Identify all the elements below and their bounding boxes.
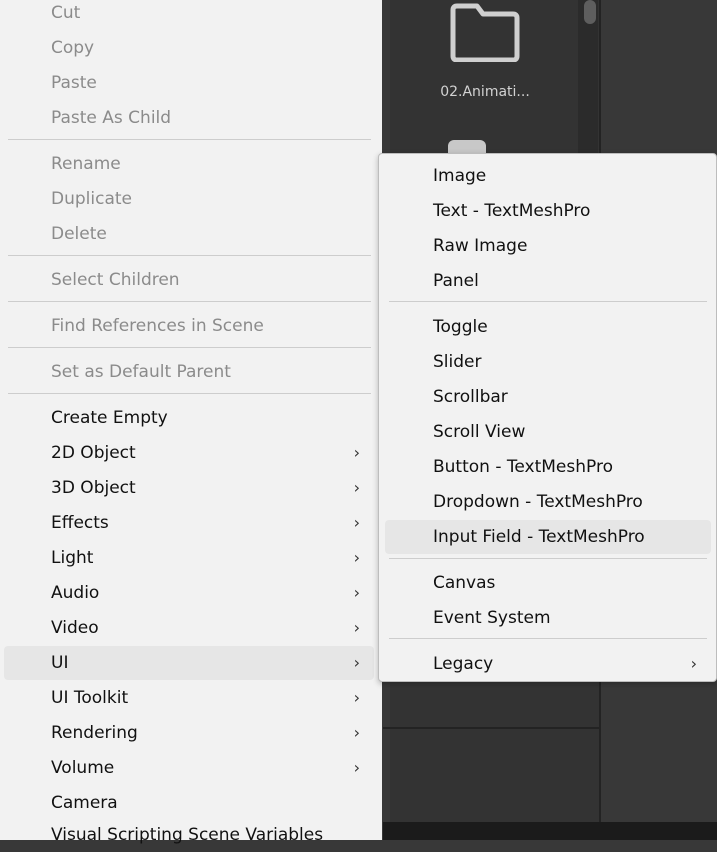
menu-item-select-children: Select Children xyxy=(51,270,180,290)
menu-separator xyxy=(389,301,707,302)
menu-item-rename: Rename xyxy=(51,154,121,174)
chevron-right-icon: › xyxy=(353,478,360,497)
chevron-right-icon: › xyxy=(690,654,697,673)
menu-item-label: Legacy xyxy=(433,654,494,674)
menu-item-ui[interactable]: UI › xyxy=(4,646,374,680)
menu-item-label: Effects xyxy=(51,513,109,533)
ui-submenu: Image Text - TextMeshPro Raw Image Panel… xyxy=(378,153,717,682)
menu-item-label: 3D Object xyxy=(51,478,136,498)
menu-item-create-empty[interactable]: Create Empty xyxy=(4,401,374,435)
menu-item-label: Rendering xyxy=(51,723,138,743)
menu-separator xyxy=(8,255,371,256)
menu-item-3d-object[interactable]: 3D Object › xyxy=(4,471,374,505)
menu-separator xyxy=(389,558,707,559)
chevron-right-icon: › xyxy=(353,758,360,777)
submenu-item-image[interactable]: Image xyxy=(385,159,711,193)
panel-divider-horizontal xyxy=(383,727,600,729)
menu-item-label: UI Toolkit xyxy=(51,688,129,708)
submenu-item-toggle[interactable]: Toggle xyxy=(385,310,711,344)
folder-icon[interactable] xyxy=(449,2,521,62)
menu-item-label: Volume xyxy=(51,758,115,778)
menu-item-rendering[interactable]: Rendering › xyxy=(4,716,374,750)
menu-item-label: Audio xyxy=(51,583,100,603)
submenu-item-canvas[interactable]: Canvas xyxy=(385,566,711,600)
menu-separator xyxy=(389,638,707,639)
submenu-item-button-textmeshpro[interactable]: Button - TextMeshPro xyxy=(385,450,711,484)
submenu-item-raw-image[interactable]: Raw Image xyxy=(385,229,711,263)
chevron-right-icon: › xyxy=(353,513,360,532)
submenu-item-dropdown-textmeshpro[interactable]: Dropdown - TextMeshPro xyxy=(385,485,711,519)
submenu-item-panel[interactable]: Panel xyxy=(385,264,711,298)
submenu-item-text-textmeshpro[interactable]: Text - TextMeshPro xyxy=(385,194,711,228)
submenu-item-scrollbar[interactable]: Scrollbar xyxy=(385,380,711,414)
menu-item-label: UI xyxy=(51,653,69,673)
menu-item-label: Light xyxy=(51,548,94,568)
submenu-item-slider[interactable]: Slider xyxy=(385,345,711,379)
menu-item-visual-scripting-scene-variables[interactable]: Visual Scripting Scene Variables xyxy=(4,818,374,852)
chevron-right-icon: › xyxy=(353,618,360,637)
chevron-right-icon: › xyxy=(353,688,360,707)
menu-item-paste-as-child: Paste As Child xyxy=(51,108,172,128)
submenu-item-scroll-view[interactable]: Scroll View xyxy=(385,415,711,449)
menu-item-effects[interactable]: Effects › xyxy=(4,506,374,540)
menu-item-2d-object[interactable]: 2D Object › xyxy=(4,436,374,470)
menu-separator xyxy=(8,139,371,140)
chevron-right-icon: › xyxy=(353,548,360,567)
submenu-item-event-system[interactable]: Event System xyxy=(385,601,711,635)
menu-item-label: Visual Scripting Scene Variables xyxy=(51,825,324,845)
menu-item-duplicate: Duplicate xyxy=(51,189,132,209)
chevron-right-icon: › xyxy=(353,653,360,672)
folder-label[interactable]: 02.Animati... xyxy=(430,84,540,100)
menu-separator xyxy=(8,393,371,394)
hierarchy-context-menu: Cut Copy Paste Paste As Child Rename Dup… xyxy=(0,0,382,845)
submenu-item-input-field-textmeshpro[interactable]: Input Field - TextMeshPro xyxy=(385,520,711,554)
chevron-right-icon: › xyxy=(353,443,360,462)
status-bar xyxy=(383,822,717,840)
menu-item-label: 2D Object xyxy=(51,443,136,463)
project-scrollbar-track[interactable] xyxy=(578,0,598,160)
menu-separator xyxy=(8,347,371,348)
menu-separator xyxy=(8,301,371,302)
menu-item-delete: Delete xyxy=(51,224,107,244)
project-scrollbar-thumb[interactable] xyxy=(584,0,596,24)
menu-item-ui-toolkit[interactable]: UI Toolkit › xyxy=(4,681,374,715)
chevron-right-icon: › xyxy=(353,583,360,602)
menu-item-light[interactable]: Light › xyxy=(4,541,374,575)
menu-item-set-default-parent: Set as Default Parent xyxy=(51,362,231,382)
menu-item-video[interactable]: Video › xyxy=(4,611,374,645)
menu-item-label: Create Empty xyxy=(51,408,168,428)
menu-item-camera[interactable]: Camera xyxy=(4,786,374,820)
menu-item-label: Video xyxy=(51,618,99,638)
menu-item-paste: Paste xyxy=(51,73,97,93)
chevron-right-icon: › xyxy=(353,723,360,742)
menu-item-volume[interactable]: Volume › xyxy=(4,751,374,785)
menu-item-cut: Cut xyxy=(51,3,81,23)
menu-item-find-references: Find References in Scene xyxy=(51,316,264,336)
menu-item-audio[interactable]: Audio › xyxy=(4,576,374,610)
menu-item-copy: Copy xyxy=(51,38,95,58)
menu-item-label: Camera xyxy=(51,793,118,813)
submenu-item-legacy[interactable]: Legacy › xyxy=(385,647,711,681)
